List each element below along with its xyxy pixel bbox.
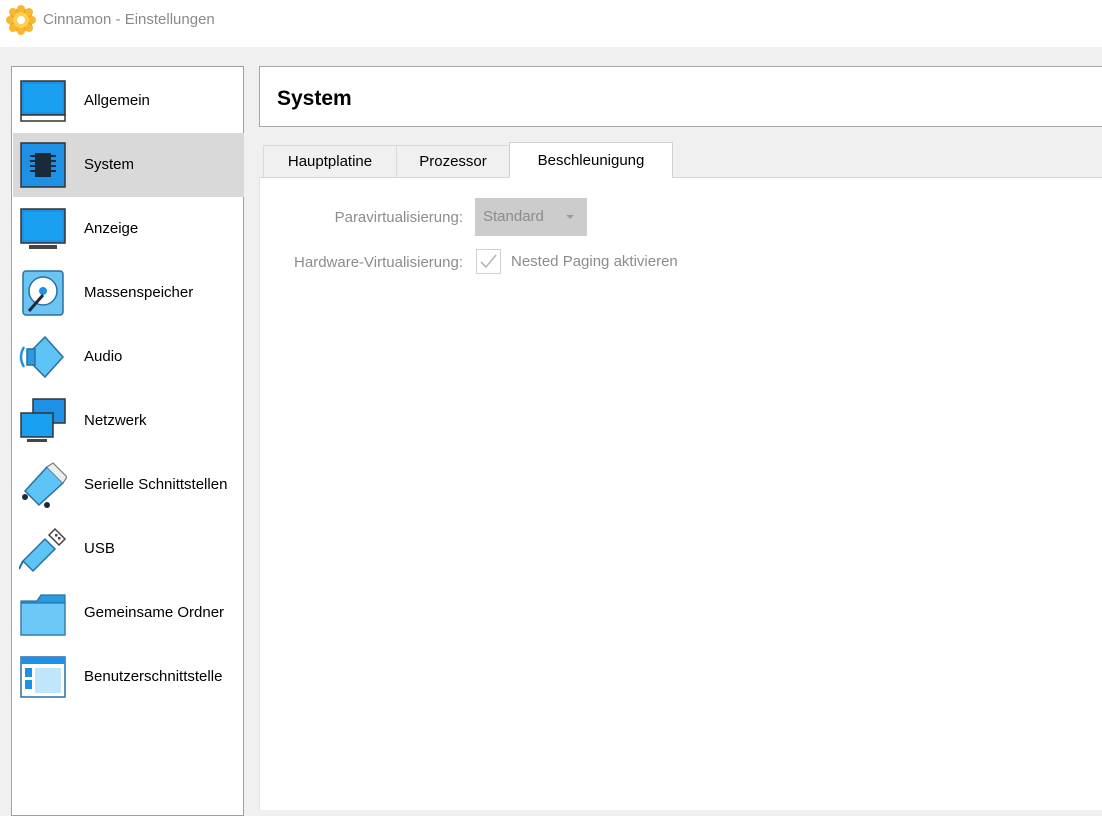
general-icon xyxy=(20,80,66,122)
nested-paging-label: Nested Paging aktivieren xyxy=(511,253,678,270)
sidebar-item-usb[interactable]: USB xyxy=(13,517,244,581)
gear-app-icon xyxy=(6,5,36,35)
page-title: System xyxy=(277,87,352,110)
tab-content-panel: Paravirtualisierung: Standard Hardware-V… xyxy=(259,177,1102,810)
page-header: System xyxy=(259,66,1102,127)
nested-paging-checkbox[interactable] xyxy=(476,249,501,274)
sidebar-item-audio[interactable]: Audio xyxy=(13,325,244,389)
paravirtualization-value: Standard xyxy=(483,208,544,225)
display-icon xyxy=(20,208,66,249)
system-chip-icon xyxy=(20,142,66,188)
speaker-icon xyxy=(19,335,65,379)
sidebar-item-label: USB xyxy=(84,540,115,557)
window-title: Cinnamon - Einstellungen xyxy=(43,11,215,28)
sidebar-item-label: Audio xyxy=(84,348,123,365)
sidebar-item-label: Benutzerschnittstelle xyxy=(84,668,223,685)
sidebar-item-label: Netzwerk xyxy=(84,412,147,429)
paravirtualization-label: Paravirtualisierung: xyxy=(334,209,463,226)
settings-sidebar: Allgemein System Anzeige Massenspeicher … xyxy=(11,66,244,816)
tab-prozessor[interactable]: Prozessor xyxy=(396,145,510,177)
sidebar-item-label: System xyxy=(84,156,135,173)
paravirtualization-select[interactable]: Standard xyxy=(475,198,587,236)
chevron-down-icon xyxy=(566,215,574,219)
sidebar-item-label: Massenspeicher xyxy=(84,284,194,301)
title-bar: Cinnamon - Einstellungen xyxy=(0,0,1102,47)
storage-icon xyxy=(22,270,64,316)
sidebar-item-system[interactable]: System xyxy=(13,133,244,197)
sidebar-item-label: Allgemein xyxy=(84,92,150,109)
hardware-virtualization-label: Hardware-Virtualisierung: xyxy=(294,254,463,271)
sidebar-item-label: Anzeige xyxy=(84,220,139,237)
sidebar-item-gemeinsame-ordner[interactable]: Gemeinsame Ordner xyxy=(13,581,244,645)
serial-port-icon xyxy=(22,462,67,508)
user-interface-icon xyxy=(20,656,66,698)
sidebar-item-netzwerk[interactable]: Netzwerk xyxy=(13,389,244,453)
tab-beschleunigung[interactable]: Beschleunigung xyxy=(509,142,673,178)
checkmark-icon xyxy=(480,254,497,269)
sidebar-item-label: Serielle Schnittstellen xyxy=(84,476,228,493)
folder-icon xyxy=(20,594,66,636)
sidebar-item-benutzerschnittstelle[interactable]: Benutzerschnittstelle xyxy=(13,645,244,709)
sidebar-item-label: Gemeinsame Ordner xyxy=(84,604,225,621)
sidebar-item-massenspeicher[interactable]: Massenspeicher xyxy=(13,261,244,325)
sidebar-item-serielle-schnittstellen[interactable]: Serielle Schnittstellen xyxy=(13,453,244,517)
network-icon xyxy=(20,398,66,442)
tab-bar: Hauptplatine Prozessor Beschleunigung xyxy=(259,142,1102,178)
usb-icon xyxy=(19,527,67,573)
tab-hauptplatine[interactable]: Hauptplatine xyxy=(263,145,397,177)
sidebar-item-allgemein[interactable]: Allgemein xyxy=(13,69,244,133)
sidebar-item-anzeige[interactable]: Anzeige xyxy=(13,197,244,261)
